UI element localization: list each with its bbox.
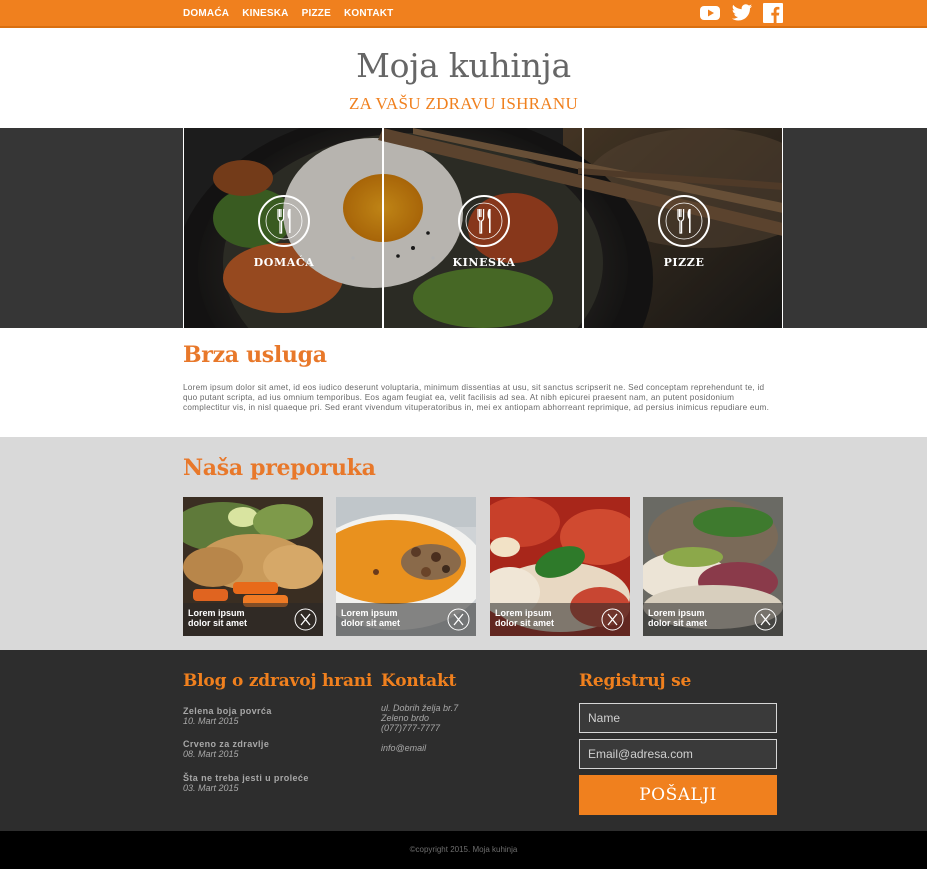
kitchen-badge-icon (658, 195, 710, 247)
twitter-icon[interactable] (731, 3, 753, 23)
youtube-icon[interactable] (699, 3, 721, 23)
main-nav: DOMAĆA KINESKA PIZZE KONTAKT (183, 0, 407, 26)
recommendation-card[interactable]: Lorem ipsum dolor sit amet (336, 497, 476, 636)
hero-tile-label: PIZZE (663, 256, 705, 269)
preporuka-title: Naša preporuka (183, 455, 376, 481)
contact-address: ul. Dobrih želja br.7 (381, 703, 459, 713)
kitchen-badge-icon (458, 195, 510, 247)
hero-banner: DOMAĆA KINESKA PIZZE (183, 128, 783, 328)
brza-usluga-text: Lorem ipsum dolor sit amet, id eos iudic… (183, 383, 770, 412)
fork-knife-icon[interactable] (294, 608, 317, 631)
recommendation-card[interactable]: Lorem ipsum dolor sit amet (643, 497, 783, 636)
submit-button[interactable]: POŠALJI (579, 775, 777, 815)
recommendation-card[interactable]: Lorem ipsum dolor sit amet (490, 497, 630, 636)
name-input[interactable] (579, 703, 777, 733)
contact-email-link[interactable]: info@email (381, 743, 426, 753)
footer (0, 650, 927, 831)
card-caption-line2: dolor sit amet (188, 618, 248, 628)
site-title[interactable]: Moja kuhinja (0, 46, 927, 85)
blog-post-link[interactable]: Zelena boja povrća 10. Mart 2015 (183, 706, 272, 726)
fork-knife-icon[interactable] (754, 608, 777, 631)
hero-tile-label: KINESKA (452, 256, 516, 269)
card-caption-line1: Lorem ipsum (648, 608, 705, 618)
brza-usluga-title: Brza usluga (183, 342, 327, 368)
email-input[interactable] (579, 739, 777, 769)
recommendation-card[interactable]: Lorem ipsum dolor sit amet (183, 497, 323, 636)
kitchen-badge-icon (258, 195, 310, 247)
facebook-icon[interactable] (763, 3, 783, 24)
blog-post-date: 08. Mart 2015 (183, 749, 239, 759)
blog-post-link[interactable]: Šta ne treba jesti u proleće 03. Mart 20… (183, 773, 309, 793)
contact-title: Kontakt (381, 671, 457, 691)
nav-link-kineska[interactable]: KINESKA (242, 8, 288, 19)
fork-knife-icon[interactable] (601, 608, 624, 631)
copyright-text: ©copyright 2015. Moja kuhinja (409, 845, 518, 854)
fork-knife-icon[interactable] (447, 608, 470, 631)
contact-city: Zeleno brdo (381, 713, 430, 723)
nav-link-kontakt[interactable]: KONTAKT (344, 8, 394, 19)
hero-tile-label: DOMAĆA (253, 256, 315, 269)
blog-post-date: 03. Mart 2015 (183, 783, 239, 793)
nav-link-pizze[interactable]: PIZZE (302, 8, 331, 19)
nav-link-domaca[interactable]: DOMAĆA (183, 8, 229, 19)
card-caption-line1: Lorem ipsum (495, 608, 552, 618)
card-caption-line2: dolor sit amet (648, 618, 708, 628)
social-links (699, 3, 783, 24)
blog-post-title: Zelena boja povrća (183, 706, 272, 716)
card-caption-line1: Lorem ipsum (341, 608, 398, 618)
blog-post-title: Šta ne treba jesti u proleće (183, 773, 309, 783)
register-title: Registruj se (579, 671, 692, 691)
site-tagline: ZA VAŠU ZDRAVU ISHRANU (348, 94, 579, 113)
card-caption-line2: dolor sit amet (495, 618, 555, 628)
top-nav-bar: DOMAĆA KINESKA PIZZE KONTAKT (0, 0, 927, 28)
blog-title: Blog o zdravoj hrani (183, 671, 373, 691)
hero-tile-kineska[interactable]: KINESKA (383, 128, 583, 328)
card-caption-line1: Lorem ipsum (188, 608, 245, 618)
card-caption-line2: dolor sit amet (341, 618, 401, 628)
blog-post-date: 10. Mart 2015 (183, 716, 239, 726)
hero-tile-domaca[interactable]: DOMAĆA (183, 128, 383, 328)
contact-phone: (077)777-7777 (381, 723, 441, 733)
blog-post-link[interactable]: Crveno za zdravlje 08. Mart 2015 (183, 739, 269, 759)
blog-post-title: Crveno za zdravlje (183, 739, 270, 749)
hero-tile-pizze[interactable]: PIZZE (583, 128, 783, 328)
